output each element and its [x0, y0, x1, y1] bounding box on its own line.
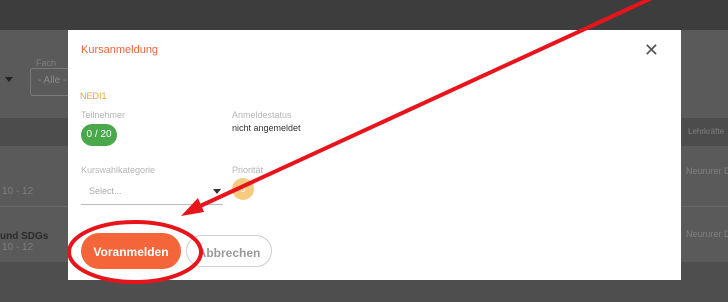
status-value: nicht angemeldet — [232, 123, 301, 133]
chevron-down-icon[interactable] — [213, 189, 221, 194]
category-label: Kurswahlkategorie — [81, 165, 156, 175]
row-teacher: Neururer Die — [686, 166, 728, 176]
row-teacher: Neururer Die — [686, 229, 728, 239]
priority-badge[interactable]: 0 — [232, 178, 254, 200]
app-top-bar — [0, 0, 728, 30]
filter-value: - Alle - — [38, 75, 67, 86]
modal-title: Kursanmeldung — [81, 44, 159, 56]
priority-label: Priorität — [232, 165, 264, 175]
row-grade: 10 - 12 — [2, 242, 34, 253]
row-course-name: und SDGs — [0, 231, 49, 242]
column-header-teachers: Lehrkräfte — [688, 127, 725, 136]
row-grade: 10 - 12 — [2, 186, 34, 197]
preregister-button[interactable]: Voranmelden — [81, 233, 181, 269]
participants-label: Teilnehmer — [81, 110, 126, 120]
filter-label: Fach — [36, 58, 57, 68]
close-icon[interactable]: ✕ — [644, 41, 659, 59]
cancel-button[interactable]: Abbrechen — [186, 235, 272, 267]
category-placeholder: Select... — [89, 186, 122, 196]
category-select[interactable]: Select... — [81, 178, 223, 205]
status-label: Anmeldestatus — [232, 110, 292, 120]
course-code: NEDI1 — [80, 91, 107, 101]
chevron-down-icon[interactable] — [5, 77, 13, 82]
participants-count-badge: 0 / 20 — [81, 124, 117, 146]
enrollment-modal: Kursanmeldung ✕ NEDI1 Teilnehmer 0 / 20 … — [68, 30, 681, 280]
